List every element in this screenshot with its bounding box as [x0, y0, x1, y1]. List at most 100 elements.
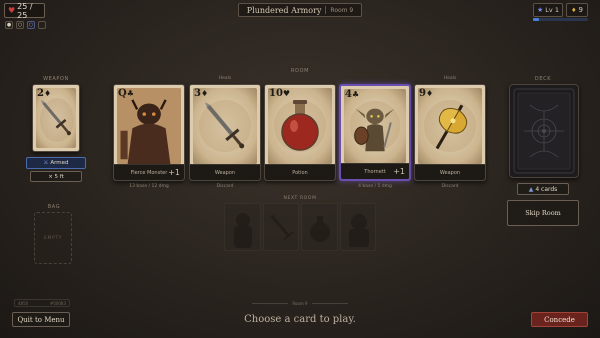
next-room-label: NEXT ROOM [283, 196, 317, 201]
room-card[interactable]: Q♣ Fierce Monster +1 [113, 84, 185, 181]
quit-label: Quit to Menu [17, 315, 65, 324]
footer-divider-left [252, 302, 289, 304]
skip-room-button[interactable]: Skip Room [507, 200, 579, 226]
card-suit-icon: ♦ [200, 88, 209, 98]
status-slots: ● ○ ○ [5, 21, 46, 29]
armed-button[interactable]: ⚔ Armed [26, 157, 86, 169]
card-suit-icon: ♥ [282, 88, 291, 98]
bag-slot[interactable]: Empty [34, 212, 72, 264]
card-name-label: Fierce Monster [130, 169, 168, 176]
card-rank: 9♦ [419, 88, 433, 99]
card-art [344, 89, 406, 163]
footer-room-text: Room 9 [292, 300, 308, 306]
level-display: ★ Lv 1 [533, 3, 563, 17]
bag-label: BAG [47, 204, 61, 210]
card-bonus: +1 [168, 168, 180, 177]
monster-art-icon [117, 88, 181, 164]
creature-silhouette-icon [348, 214, 369, 247]
ring-icon: ○ [16, 21, 24, 29]
room-card[interactable]: 9♦ Weapon [414, 84, 486, 181]
monster-silhouette-icon [234, 213, 252, 248]
card-suit-icon: ♣ [351, 89, 360, 99]
weapon-card[interactable]: 2♦ [32, 84, 80, 152]
heart-icon: ♥ [8, 6, 16, 15]
blue-ring-icon: ○ [27, 21, 35, 29]
card-rank-value: Q [118, 88, 127, 99]
hp-display: ♥ 25 / 25 [4, 1, 45, 20]
deck-back-pattern-icon [513, 88, 575, 174]
dagger-silhouette-icon [270, 214, 294, 241]
concede-button[interactable]: Concede [531, 312, 588, 327]
sword-icon: ⚔ [43, 160, 49, 166]
goblin-art-icon [349, 100, 401, 152]
room-card-tag: Heals [443, 76, 457, 81]
damage-label: × 5 ft [48, 173, 64, 180]
card-subtext: 4 base / 5 dmg [358, 184, 392, 189]
card-rank: 3♦ [194, 88, 208, 99]
hp-value: 25 / 25 [17, 1, 33, 20]
room-card[interactable]: 4♣ Thornett +1 [339, 84, 411, 181]
gold-value: 9 [578, 6, 583, 14]
card-art [268, 88, 332, 164]
card-name-label: Potion [292, 169, 308, 176]
card-rank-value: 4 [345, 89, 352, 100]
room-number: Room 9 [330, 6, 354, 14]
stats-row: 4850 #00083 [14, 299, 70, 307]
card-rank-value: 3 [194, 88, 201, 99]
xp-fill [533, 18, 539, 21]
deck-count: ▲ 4 cards [517, 183, 569, 195]
room-title-bar: Plundered Armory Room 9 [238, 3, 362, 17]
card-name: Weapon [190, 164, 260, 180]
room-card[interactable]: 3♦ Weapon [189, 84, 261, 181]
level-value: Lv 1 [545, 6, 559, 14]
room-label: ROOM [290, 68, 310, 74]
deck-pile [509, 84, 579, 178]
title-divider [325, 6, 327, 14]
card-rank: Q♣ [118, 88, 134, 99]
weapon-label: WEAPON [43, 76, 69, 82]
next-card-3 [301, 203, 338, 251]
card-suit-icon: ♦ [425, 88, 434, 98]
dagger-art-icon [199, 100, 251, 152]
card-art [418, 88, 482, 164]
next-room-preview [224, 203, 376, 251]
gold-gem-icon: ♦ [571, 6, 577, 14]
card-art [117, 88, 181, 164]
card-bonus: +1 [393, 167, 405, 176]
next-card-2 [262, 203, 299, 251]
bag-empty-text: Empty [44, 235, 62, 241]
card-name: Weapon [415, 164, 485, 180]
xp-bar [533, 18, 588, 21]
card-rank-value: 10 [269, 88, 283, 99]
card-rank: 4♣ [345, 89, 359, 100]
next-card-1 [224, 203, 261, 251]
quit-to-menu-button[interactable]: Quit to Menu [12, 312, 70, 327]
card-rank-value: 9 [419, 88, 426, 99]
circle-icon: ● [5, 21, 13, 29]
slot-empty-icon [38, 21, 46, 29]
gold-display: ♦ 9 [566, 3, 588, 17]
card-subtext: Discard [441, 184, 459, 189]
card-name-label: Weapon [214, 169, 236, 176]
room-title: Plundered Armory [246, 5, 322, 15]
axe-art-icon [424, 100, 476, 152]
room-card-tag: Heals [218, 76, 232, 81]
play-prompt: Choose a card to play. [244, 314, 356, 325]
footer-divider-right [311, 302, 348, 304]
stats-left: 4850 [18, 300, 29, 306]
concede-label: Concede [544, 315, 575, 324]
card-name-label: Weapon [439, 169, 461, 176]
room-card[interactable]: 10♥ Potion [264, 84, 336, 181]
card-art [193, 88, 257, 164]
next-card-4 [339, 203, 376, 251]
deck-label: DECK [534, 76, 552, 82]
card-subtext: 13 base / 12 dmg [129, 184, 169, 189]
armed-label: Armed [50, 160, 69, 166]
skip-room-label: Skip Room [525, 208, 561, 217]
stats-right: #00083 [49, 300, 66, 306]
card-subtext: Discard [216, 184, 234, 189]
room-footer: Room 9 [230, 300, 370, 306]
card-name: Potion [265, 164, 335, 180]
star-icon: ★ [537, 6, 544, 14]
cards-stack-icon: ▲ [528, 185, 534, 193]
